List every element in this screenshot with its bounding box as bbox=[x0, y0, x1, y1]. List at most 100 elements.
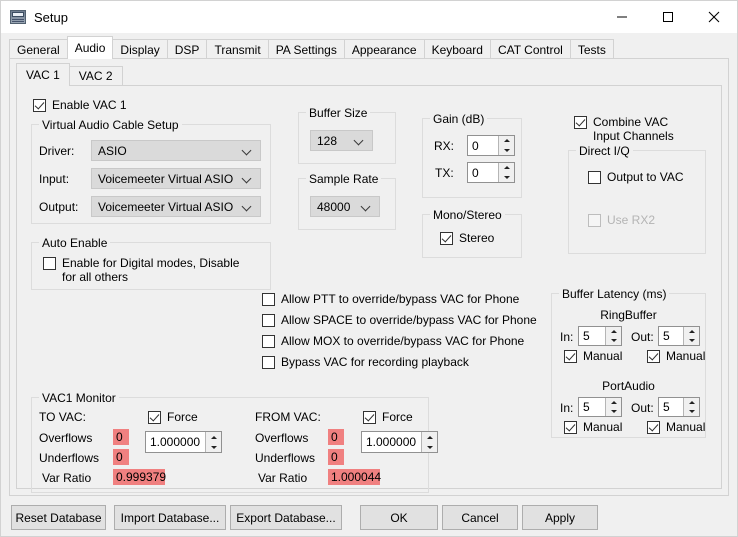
to-vac-force-stepper[interactable]: 1.000000 bbox=[145, 431, 222, 453]
buffer-latency-legend: Buffer Latency (ms) bbox=[559, 287, 670, 301]
to-vac-var-ratio-value: 0.999379 bbox=[113, 469, 166, 485]
sample-rate-value: 48000 bbox=[317, 199, 351, 214]
from-vac-overflows-value: 0 bbox=[328, 429, 344, 445]
portaudio-in-label: In: bbox=[560, 401, 574, 415]
tab-dsp[interactable]: DSP bbox=[166, 39, 208, 59]
to-vac-force-spin-buttons[interactable] bbox=[205, 432, 221, 452]
apply-button[interactable]: Apply bbox=[522, 505, 598, 530]
spin-down-icon[interactable] bbox=[684, 407, 699, 416]
tx-gain-stepper[interactable]: 0 bbox=[467, 162, 515, 183]
spin-down-icon[interactable] bbox=[499, 173, 514, 183]
vac1-monitor-legend: VAC1 Monitor bbox=[39, 391, 119, 405]
allow-mox-override-checkbox[interactable]: Allow MOX to override/bypass VAC for Pho… bbox=[262, 334, 524, 348]
input-select[interactable]: Voicemeeter Virtual ASIO bbox=[91, 168, 261, 189]
spin-up-icon[interactable] bbox=[499, 136, 514, 146]
portaudio-out-manual-checkbox[interactable]: Manual bbox=[647, 420, 705, 434]
ringbuffer-out-value: 5 bbox=[659, 327, 683, 345]
rx-gain-stepper[interactable]: 0 bbox=[467, 135, 515, 156]
tab-vac-2[interactable]: VAC 2 bbox=[68, 66, 123, 86]
tab-vac-1[interactable]: VAC 1 bbox=[16, 63, 70, 86]
close-icon[interactable] bbox=[691, 1, 737, 33]
tab-tests[interactable]: Tests bbox=[569, 39, 614, 59]
portaudio-out-spin-buttons[interactable] bbox=[683, 398, 699, 416]
driver-select[interactable]: ASIO bbox=[91, 140, 261, 161]
checkbox-glyph bbox=[440, 232, 453, 245]
spin-down-icon[interactable] bbox=[606, 336, 621, 345]
combine-vac-input-channels-checkbox[interactable]: Combine VAC Input Channels bbox=[574, 115, 704, 143]
sample-rate-select[interactable]: 48000 bbox=[310, 196, 380, 217]
allow-space-override-label: Allow SPACE to override/bypass VAC for P… bbox=[281, 313, 537, 327]
setup-window: Setup General Audio Display DSP Transmit… bbox=[0, 0, 738, 537]
rx-gain-spin-buttons[interactable] bbox=[498, 136, 514, 155]
ringbuffer-out-spin-buttons[interactable] bbox=[683, 327, 699, 345]
portaudio-in-stepper[interactable]: 5 bbox=[578, 397, 622, 417]
tab-appearance[interactable]: Appearance bbox=[343, 39, 425, 59]
from-vac-force-spin-buttons[interactable] bbox=[421, 432, 437, 452]
spin-down-icon[interactable] bbox=[499, 146, 514, 156]
portaudio-out-value: 5 bbox=[659, 398, 683, 416]
tab-general[interactable]: General bbox=[9, 39, 68, 59]
allow-ptt-override-checkbox[interactable]: Allow PTT to override/bypass VAC for Pho… bbox=[262, 292, 519, 306]
ringbuffer-in-stepper[interactable]: 5 bbox=[578, 326, 622, 346]
spin-down-icon[interactable] bbox=[422, 442, 437, 452]
ringbuffer-out-stepper[interactable]: 5 bbox=[658, 326, 700, 346]
spin-up-icon[interactable] bbox=[684, 398, 699, 407]
enable-vac-1-checkbox[interactable]: Enable VAC 1 bbox=[33, 98, 127, 112]
spin-up-icon[interactable] bbox=[206, 432, 221, 442]
tab-pa-settings[interactable]: PA Settings bbox=[267, 39, 345, 59]
portaudio-in-manual-checkbox[interactable]: Manual bbox=[564, 420, 622, 434]
output-to-vac-label: Output to VAC bbox=[607, 170, 684, 184]
from-vac-force-checkbox[interactable]: Force bbox=[363, 410, 413, 424]
buffer-size-select[interactable]: 128 bbox=[310, 130, 373, 151]
import-database-button[interactable]: Import Database... bbox=[114, 505, 226, 530]
ringbuffer-in-value: 5 bbox=[579, 327, 605, 345]
export-database-button[interactable]: Export Database... bbox=[230, 505, 342, 530]
spin-up-icon[interactable] bbox=[499, 163, 514, 173]
checkbox-glyph bbox=[564, 350, 577, 363]
combine-vac-label: Combine VAC Input Channels bbox=[593, 115, 674, 143]
output-to-vac-checkbox[interactable]: Output to VAC bbox=[588, 170, 683, 184]
chevron-down-icon bbox=[362, 202, 371, 211]
minimize-icon[interactable] bbox=[599, 1, 645, 33]
tx-gain-spin-buttons[interactable] bbox=[498, 163, 514, 182]
portaudio-out-stepper[interactable]: 5 bbox=[658, 397, 700, 417]
buffer-size-legend: Buffer Size bbox=[306, 106, 371, 120]
maximize-icon[interactable] bbox=[645, 1, 691, 33]
tab-keyboard[interactable]: Keyboard bbox=[423, 39, 491, 59]
stereo-checkbox[interactable]: Stereo bbox=[440, 231, 494, 245]
checkbox-glyph bbox=[262, 335, 275, 348]
auto-enable-label: Enable for Digital modes, Disable for al… bbox=[62, 256, 240, 284]
ringbuffer-in-manual-checkbox[interactable]: Manual bbox=[564, 349, 622, 363]
portaudio-in-value: 5 bbox=[579, 398, 605, 416]
tab-audio[interactable]: Audio bbox=[66, 36, 114, 59]
ok-button[interactable]: OK bbox=[360, 505, 438, 530]
output-select[interactable]: Voicemeeter Virtual ASIO bbox=[91, 196, 261, 217]
auto-enable-checkbox[interactable]: Enable for Digital modes, Disable for al… bbox=[43, 256, 258, 284]
ringbuffer-out-manual-label: Manual bbox=[666, 349, 706, 363]
tab-transmit[interactable]: Transmit bbox=[206, 39, 269, 59]
spin-down-icon[interactable] bbox=[606, 407, 621, 416]
sample-rate-legend: Sample Rate bbox=[306, 172, 382, 186]
ringbuffer-in-spin-buttons[interactable] bbox=[605, 327, 621, 345]
bypass-vac-recording-checkbox[interactable]: Bypass VAC for recording playback bbox=[262, 355, 469, 369]
to-vac-force-checkbox[interactable]: Force bbox=[148, 410, 198, 424]
from-vac-force-stepper[interactable]: 1.000000 bbox=[361, 431, 438, 453]
to-vac-force-label: Force bbox=[167, 410, 198, 424]
portaudio-in-spin-buttons[interactable] bbox=[605, 398, 621, 416]
spin-down-icon[interactable] bbox=[684, 336, 699, 345]
spin-up-icon[interactable] bbox=[606, 398, 621, 407]
tab-display[interactable]: Display bbox=[112, 39, 168, 59]
tab-cat-control[interactable]: CAT Control bbox=[489, 39, 571, 59]
cancel-button[interactable]: Cancel bbox=[442, 505, 518, 530]
ringbuffer-out-manual-checkbox[interactable]: Manual bbox=[647, 349, 705, 363]
spin-up-icon[interactable] bbox=[684, 327, 699, 336]
reset-database-button[interactable]: Reset Database bbox=[11, 505, 106, 530]
spin-down-icon[interactable] bbox=[206, 442, 221, 452]
use-rx2-checkbox[interactable]: Use RX2 bbox=[588, 213, 655, 227]
allow-space-override-checkbox[interactable]: Allow SPACE to override/bypass VAC for P… bbox=[262, 313, 537, 327]
checkbox-glyph bbox=[588, 171, 601, 184]
spin-up-icon[interactable] bbox=[422, 432, 437, 442]
main-tabstrip: General Audio Display DSP Transmit PA Se… bbox=[1, 36, 737, 59]
spin-up-icon[interactable] bbox=[606, 327, 621, 336]
tx-gain-value: 0 bbox=[468, 163, 498, 182]
